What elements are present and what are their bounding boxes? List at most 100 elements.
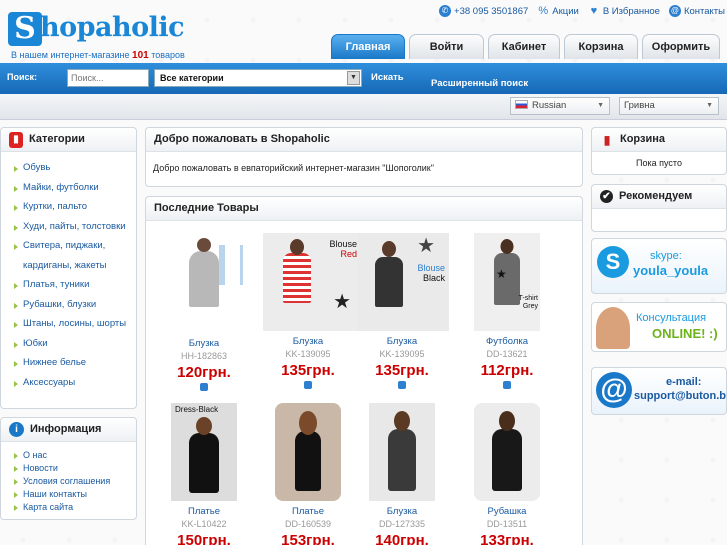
category-item[interactable]: Платья, туники: [1, 275, 136, 295]
product-code: DD-13511: [486, 519, 528, 529]
add-to-cart-icon[interactable]: [503, 381, 511, 389]
latest-products-panel: Последние Товары Блузка HH-182863 120грн…: [145, 196, 583, 545]
product-price: 133грн.: [480, 532, 534, 545]
product-name[interactable]: Платье: [159, 506, 249, 517]
language-select[interactable]: Russian ▼: [510, 97, 610, 115]
add-to-cart-icon[interactable]: [200, 383, 208, 391]
stripe-decoration: [219, 245, 243, 285]
category-item[interactable]: Обувь: [1, 158, 136, 178]
recommend-icon: ✔: [600, 190, 613, 203]
product-image[interactable]: [369, 403, 435, 501]
product-image[interactable]: [275, 403, 341, 501]
model-head: [299, 411, 317, 435]
search-bar: Поиск: Все категории▼ Искать Расширенный…: [0, 63, 727, 94]
top-links: ✆ +38 095 3501867 % Акции ♥ В Избранное @ Ко…: [439, 5, 725, 17]
contacts-link[interactable]: @ Контакты: [668, 5, 725, 17]
phone-link[interactable]: ✆ +38 095 3501867: [439, 5, 528, 17]
star-icon: ★: [417, 235, 435, 257]
product-name[interactable]: Блузка: [357, 336, 447, 347]
product-code: KK-139095: [379, 349, 425, 359]
info-item[interactable]: Условия соглашения: [1, 475, 136, 488]
category-item[interactable]: Куртки, пальто: [1, 197, 136, 217]
product-card[interactable]: Рубашка DD-13511 133грн.: [462, 403, 552, 545]
shopping-bag-icon: ▮: [9, 131, 23, 148]
product-card[interactable]: ★ T-shirt Grey Футболка DD-13621 112грн.: [462, 233, 552, 392]
info-item[interactable]: Карта сайта: [1, 501, 136, 514]
product-name[interactable]: Рубашка: [462, 506, 552, 517]
product-card[interactable]: Blouse Black ★ Блузка KK-139095 135грн.: [357, 233, 449, 392]
category-item[interactable]: Штаны, лосины, шорты: [1, 314, 136, 334]
model-figure: [283, 253, 312, 303]
advanced-search-link[interactable]: Расширенный поиск: [431, 78, 528, 89]
info-item[interactable]: Наши контакты: [1, 488, 136, 501]
category-item[interactable]: Юбки: [1, 334, 136, 354]
search-input[interactable]: [67, 69, 149, 87]
category-item[interactable]: Аксессуары: [1, 373, 136, 393]
tab-checkout[interactable]: Оформить: [642, 34, 720, 59]
product-card[interactable]: Dress-Black Платье KK-L10422 150грн.: [159, 403, 249, 545]
product-price: 120грн.: [177, 364, 231, 381]
info-list: О нас Новости Условия соглашения Наши ко…: [1, 442, 136, 514]
cart-icon: ▮: [603, 132, 611, 147]
skype-username: youla_youla: [633, 263, 709, 278]
model-head: [499, 411, 515, 431]
product-image[interactable]: Dress-Black: [171, 403, 237, 501]
email-banner[interactable]: @ e-mail: support@buton.biz: [591, 367, 727, 415]
product-image[interactable]: [161, 233, 247, 333]
category-item[interactable]: Нижнее белье: [1, 353, 136, 373]
product-image[interactable]: Blouse Black ★: [357, 233, 449, 331]
product-name[interactable]: Блузка: [357, 506, 447, 517]
category-item[interactable]: Свитера, пиджаки,: [1, 236, 136, 256]
tab-home[interactable]: Главная: [331, 34, 405, 59]
add-to-cart-icon[interactable]: [304, 381, 312, 389]
category-select[interactable]: Все категории ▼: [154, 69, 362, 87]
product-name[interactable]: Блузка: [263, 336, 353, 347]
category-item[interactable]: Майки, футболки: [1, 178, 136, 198]
product-card[interactable]: Blouse Red ★ Блузка KK-139095 135грн.: [263, 233, 361, 392]
tab-cart[interactable]: Корзина: [564, 34, 638, 59]
chevron-down-icon: ▼: [597, 102, 604, 109]
email-address: support@buton.biz: [634, 390, 727, 402]
info-item[interactable]: О нас: [1, 449, 136, 462]
site-logo[interactable]: S hopaholic: [8, 8, 185, 48]
product-name[interactable]: Платье: [263, 506, 353, 517]
tab-login[interactable]: Войти: [409, 34, 484, 59]
category-item[interactable]: Худи, пайты, толстовки: [1, 217, 136, 237]
model-figure: [295, 431, 321, 491]
skype-banner[interactable]: S skype: youla_youla: [591, 238, 727, 294]
category-item-continued[interactable]: кардиганы, жакеты: [1, 256, 136, 276]
product-count: 101: [132, 50, 149, 61]
product-image[interactable]: ★ T-shirt Grey: [474, 233, 540, 331]
info-panel: i Информация О нас Новости Условия соглаш…: [0, 417, 137, 520]
percent-icon: %: [538, 5, 549, 17]
category-list: Обувь Майки, футболки Куртки, пальто Худ…: [1, 152, 136, 392]
logo-initial: S: [8, 12, 42, 46]
product-price: 135грн.: [281, 362, 335, 379]
search-button[interactable]: Искать: [371, 72, 404, 83]
add-to-cart-icon[interactable]: [398, 381, 406, 389]
info-item[interactable]: Новости: [1, 462, 136, 475]
currency-select[interactable]: Гривна ▼: [619, 97, 719, 115]
consultation-banner[interactable]: Консультация ONLINE! :): [591, 302, 727, 352]
product-name[interactable]: Футболка: [462, 336, 552, 347]
product-price: 153грн.: [281, 532, 335, 545]
logo-text: hopaholic: [40, 12, 185, 43]
product-card[interactable]: Блузка HH-182863 120грн.: [159, 233, 249, 394]
product-image[interactable]: Blouse Red ★: [263, 233, 361, 331]
online-label: ONLINE! :): [652, 326, 718, 341]
favorites-link[interactable]: ♥ В Избранное: [588, 5, 660, 17]
product-code: DD-127335: [378, 519, 426, 529]
product-card[interactable]: Блузка DD-127335 140грн.: [357, 403, 447, 545]
star-icon: ★: [496, 267, 507, 281]
category-item[interactable]: Рубашки, блузки: [1, 295, 136, 315]
image-overlay-label: T-shirt Grey: [518, 295, 538, 310]
tab-cabinet[interactable]: Кабинет: [488, 34, 560, 59]
model-head: [394, 411, 410, 431]
model-head: [197, 238, 211, 252]
product-name[interactable]: Блузка: [159, 338, 249, 349]
promo-link[interactable]: % Акции: [537, 5, 578, 17]
product-card[interactable]: Платье DD-160539 153грн.: [263, 403, 353, 545]
recommend-panel: ✔ Рекомендуем: [591, 184, 727, 232]
product-image[interactable]: [474, 403, 540, 501]
heart-icon: ♥: [590, 5, 598, 17]
